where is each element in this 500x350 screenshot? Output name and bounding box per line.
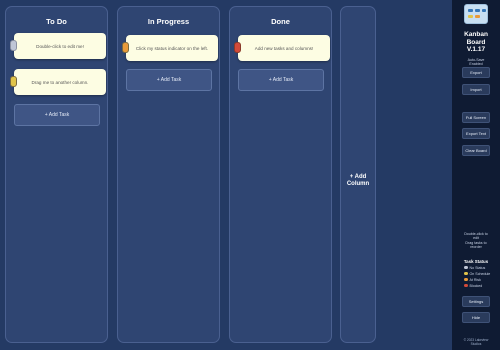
add-task-button[interactable]: + Add Task (14, 104, 100, 126)
add-column-label: + Add Column (346, 174, 370, 187)
clear-board-button[interactable]: Clear Board (462, 145, 490, 156)
task-text[interactable]: Click my status indicator on the left. (126, 35, 218, 61)
sidebar: Kanban Board V.1.17 Auto-Save Enabled Ex… (452, 0, 500, 350)
task-card[interactable]: Add new tasks and columns! (234, 35, 330, 61)
autosave-status: Auto-Save Enabled (467, 58, 485, 67)
add-column-button[interactable]: + Add Column (340, 6, 376, 343)
column-to-do: To Do Double-click to edit me! Drag me t… (5, 6, 108, 343)
kanban-logo-icon (464, 4, 488, 24)
kanban-board: To Do Double-click to edit me! Drag me t… (0, 0, 452, 350)
legend-item-at-risk: At Risk (464, 277, 481, 282)
export-text-button[interactable]: Export Text (462, 128, 490, 139)
task-card[interactable]: Click my status indicator on the left. (122, 35, 218, 61)
task-text[interactable]: Drag me to another column. (14, 69, 106, 95)
add-task-button[interactable]: + Add Task (238, 69, 324, 91)
legend-label: Blocked (469, 283, 483, 288)
column-done: Done Add new tasks and columns! + Add Ta… (229, 6, 332, 343)
column-title[interactable]: Done (230, 17, 331, 26)
full-screen-button[interactable]: Full Screen (462, 112, 490, 123)
legend-label: At Risk (469, 277, 481, 282)
status-dot-icon (464, 283, 468, 288)
app-version: V.1.17 (466, 46, 486, 53)
legend-item-no-status: No Status (464, 265, 485, 270)
legend-item-blocked: Blocked (464, 283, 482, 288)
legend-item-on-schedule: On Schedule (464, 271, 490, 276)
usage-hint: Double-click to edit Drag tasks to reord… (464, 232, 488, 250)
legend-label: No Status (469, 265, 486, 270)
task-card[interactable]: Double-click to edit me! (10, 33, 106, 59)
task-text[interactable]: Double-click to edit me! (14, 33, 106, 59)
status-dot-icon (464, 277, 468, 282)
column-title[interactable]: In Progress (118, 17, 219, 26)
app-title: Kanban Board V.1.17 (452, 31, 500, 54)
add-task-button[interactable]: + Add Task (126, 69, 212, 91)
task-card[interactable]: Drag me to another column. (10, 69, 106, 95)
status-dot-icon (464, 265, 468, 270)
hide-button[interactable]: Hide (462, 312, 490, 323)
app-title-line2: Board (466, 38, 486, 46)
settings-button[interactable]: Settings (462, 296, 490, 307)
column-title[interactable]: To Do (6, 17, 107, 26)
export-button[interactable]: Export (462, 67, 490, 78)
app-title-line1: Kanban (464, 31, 488, 38)
legend-label: On Schedule (469, 271, 491, 276)
status-dot-icon (464, 271, 468, 276)
column-in-progress: In Progress Click my status indicator on… (117, 6, 220, 343)
import-button[interactable]: Import (462, 84, 490, 95)
copyright: © 2023 Lakeview Studios (463, 338, 489, 346)
task-text[interactable]: Add new tasks and columns! (238, 35, 330, 61)
legend-title: Task Status (463, 259, 489, 264)
